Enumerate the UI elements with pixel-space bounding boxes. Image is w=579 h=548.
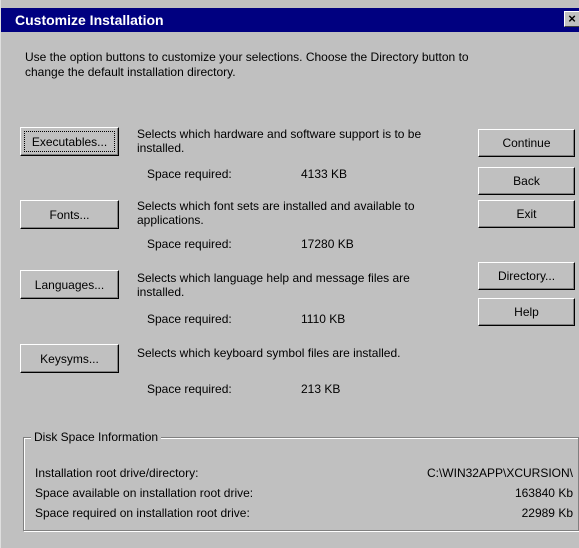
languages-space-value: 1110 KB — [301, 312, 346, 326]
executables-button[interactable]: Executables... — [20, 127, 119, 156]
fonts-description: Selects which font sets are installed an… — [137, 199, 415, 227]
keysyms-description: Selects which keyboard symbol files are … — [137, 346, 401, 360]
window-title: Customize Installation — [15, 12, 164, 28]
keysyms-space-value: 213 KB — [301, 382, 341, 396]
root-directory-label: Installation root drive/directory: — [35, 466, 199, 480]
customize-installation-dialog: Customize Installation × Use the option … — [0, 0, 579, 548]
fonts-space-label: Space required: — [147, 237, 232, 251]
languages-description: Selects which language help and message … — [137, 271, 410, 299]
keysyms-button[interactable]: Keysyms... — [20, 344, 119, 373]
disk-space-title: Disk Space Information — [31, 430, 162, 444]
exit-button[interactable]: Exit — [478, 200, 575, 228]
fonts-space-value: 17280 KB — [301, 237, 354, 251]
continue-button[interactable]: Continue — [478, 129, 575, 157]
root-directory-value: C:\WIN32APP\XCURSION\ — [426, 466, 573, 480]
close-icon: × — [568, 11, 576, 26]
intro-text: Use the option buttons to customize your… — [25, 50, 469, 79]
space-available-label: Space available on installation root dri… — [35, 486, 254, 500]
back-button[interactable]: Back — [478, 167, 575, 195]
languages-space-label: Space required: — [147, 312, 232, 326]
executables-description: Selects which hardware and software supp… — [137, 127, 422, 155]
executables-space-value: 4133 KB — [301, 167, 348, 181]
title-bar: Customize Installation × — [1, 8, 579, 32]
close-button[interactable]: × — [564, 11, 579, 27]
help-button[interactable]: Help — [478, 298, 575, 326]
space-required-label: Space required on installation root driv… — [35, 506, 250, 520]
space-required-value: 22989 Kb — [521, 506, 573, 520]
executables-space-label: Space required: — [147, 167, 232, 181]
fonts-button[interactable]: Fonts... — [20, 200, 119, 229]
languages-button[interactable]: Languages... — [20, 270, 119, 299]
directory-button[interactable]: Directory... — [478, 262, 575, 290]
space-available-value: 163840 Kb — [514, 486, 573, 500]
keysyms-space-label: Space required: — [147, 382, 232, 396]
